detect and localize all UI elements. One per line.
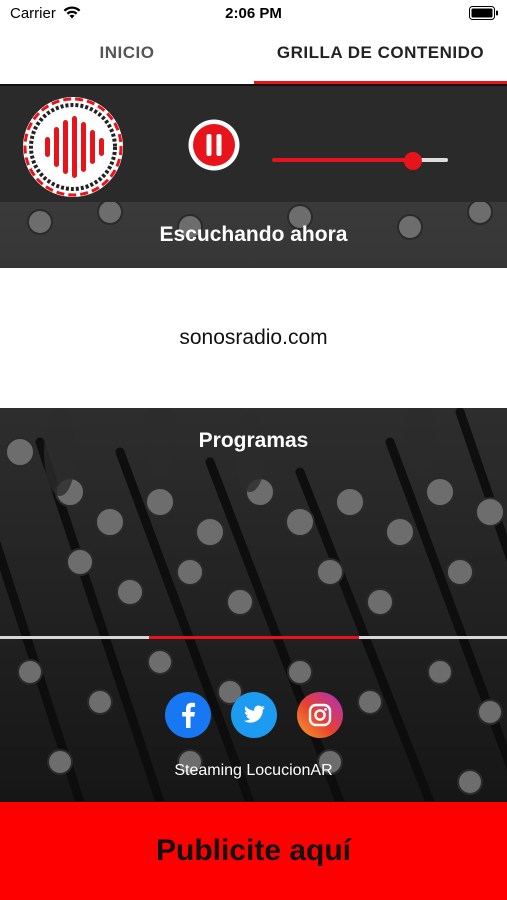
now-playing-station: sonosradio.com — [0, 268, 507, 408]
now-playing-header: Escuchando ahora — [159, 223, 348, 246]
pause-button[interactable] — [187, 118, 241, 172]
tab-inicio[interactable]: INICIO — [0, 26, 254, 84]
battery-icon — [469, 6, 499, 25]
pause-icon — [188, 119, 240, 171]
volume-slider-thumb[interactable] — [404, 152, 422, 170]
status-bar: Carrier 2:06 PM — [0, 0, 507, 26]
tab-bar: INICIO GRILLA DE CONTENIDO — [0, 26, 507, 84]
player-bar — [0, 84, 507, 204]
programs-header: Programas — [198, 429, 309, 452]
twitter-button[interactable] — [231, 692, 277, 738]
twitter-icon — [243, 705, 265, 723]
tab-grilla-de-contenido[interactable]: GRILLA DE CONTENIDO — [254, 26, 507, 84]
section-divider-accent — [149, 636, 359, 639]
clock: 2:06 PM — [225, 5, 282, 22]
facebook-button[interactable] — [165, 692, 211, 738]
volume-slider[interactable] — [272, 150, 448, 170]
instagram-icon — [308, 703, 332, 727]
station-logo — [20, 94, 126, 200]
facebook-icon — [182, 702, 195, 728]
section-divider — [0, 636, 507, 639]
instagram-button[interactable] — [297, 692, 343, 738]
advertise-banner[interactable]: Publicite aquí — [0, 802, 507, 900]
volume-slider-fill — [272, 158, 413, 162]
footer-credit: Steaming LocucionAR — [174, 762, 333, 779]
